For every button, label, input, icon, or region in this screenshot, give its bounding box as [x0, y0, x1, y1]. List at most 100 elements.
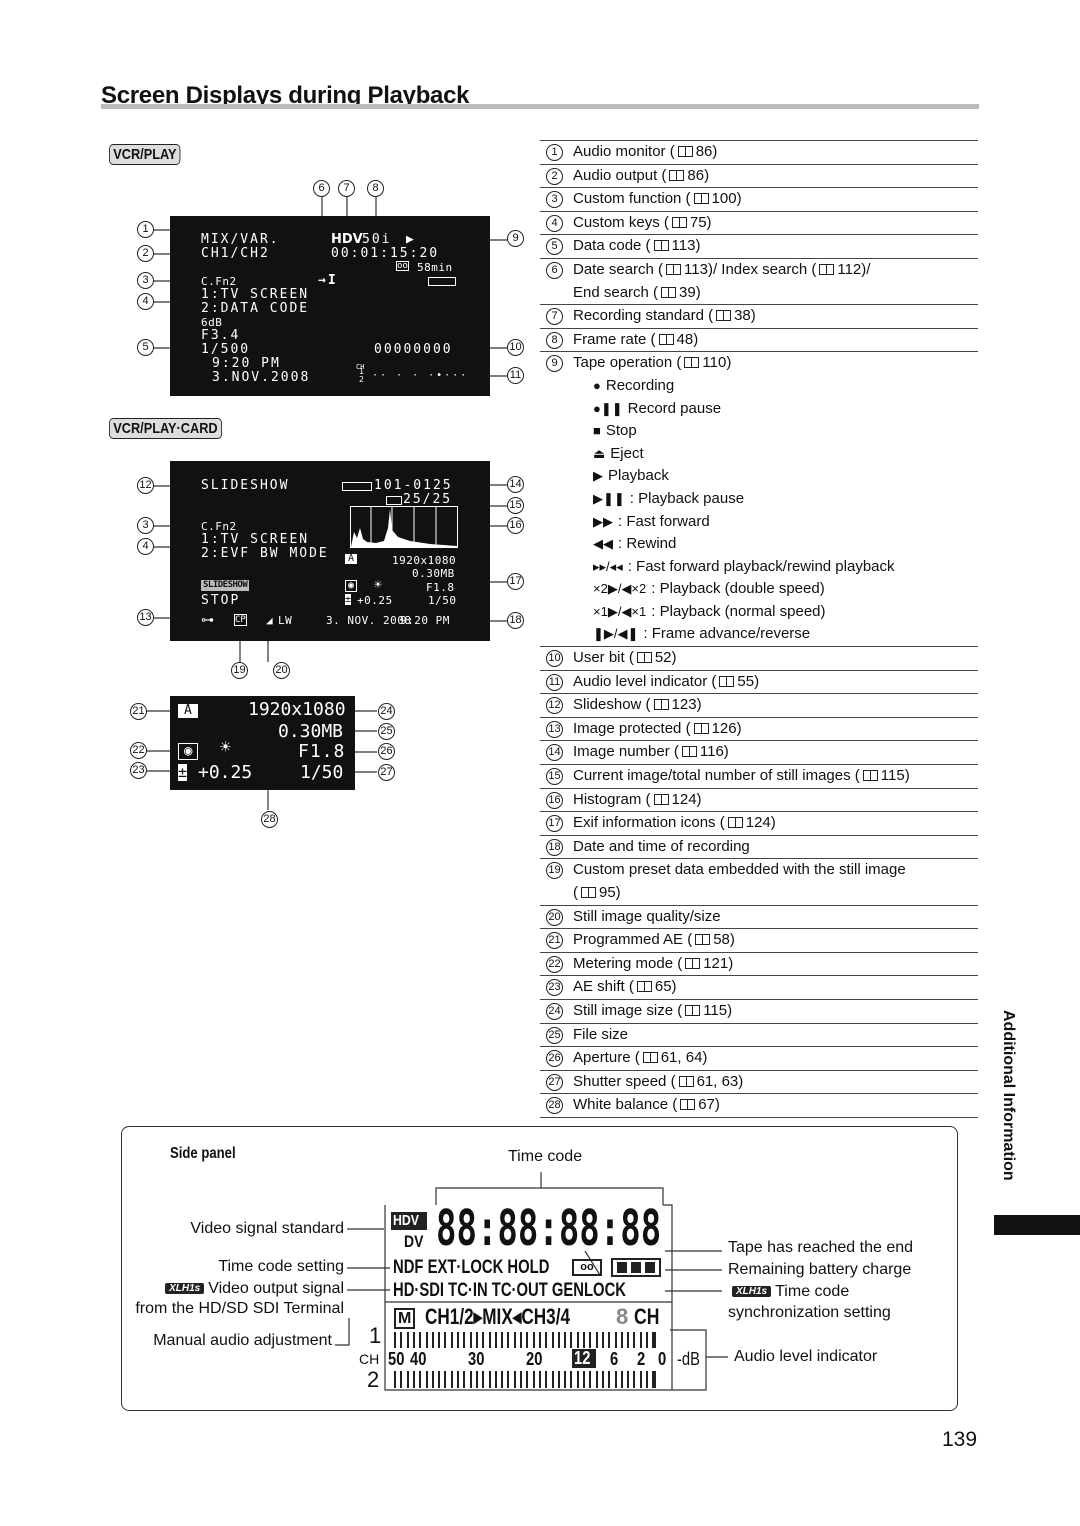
item-number: 9 — [546, 355, 563, 373]
slideshow-stop: STOP — [201, 593, 241, 608]
item-number: 10 — [546, 650, 563, 668]
legend-item: 9 Tape operation (110) ● Recording ●❚❚ Record… — [540, 352, 978, 648]
book-icon — [658, 333, 674, 345]
db-tick-label: 30 — [468, 1349, 485, 1369]
tape-operation-item: ⏏ Eject — [593, 444, 644, 462]
legend-item: 6 Date search (113)/ Index search (112)/E… — [540, 259, 978, 306]
callout-number: 11 — [507, 367, 524, 384]
record-date: 3. NOV. 2008 — [326, 614, 412, 627]
legend-item: 14 Image number (116) — [540, 741, 978, 766]
aperture: F1.8 — [298, 741, 346, 762]
battery-icon — [342, 482, 372, 491]
legend-item: 2 Audio output (86) — [540, 165, 978, 189]
legend-item: 28 White balance (67) — [540, 1094, 978, 1118]
hdv-indicator: HDV — [391, 1212, 427, 1230]
image-size: 1920x1080 — [248, 699, 346, 720]
custom-key-2: 2:EVF BW MODE — [201, 546, 329, 561]
item-number: 24 — [546, 1002, 563, 1020]
remaining-tape: 58min — [417, 261, 453, 274]
item-number: 27 — [546, 1073, 563, 1091]
legend-item: 15 Current image/total number of still im… — [540, 765, 978, 789]
book-icon — [685, 1004, 701, 1016]
tape-operation-icon: ▶▶ — [593, 513, 613, 529]
playback-screen-tape: MIX/VAR. CH1/CH2 C.Fn2 1:TV SCREEN 2:DAT… — [170, 216, 490, 396]
callout-number: 13 — [137, 609, 154, 626]
white-balance-icon: ☀ — [220, 737, 233, 758]
custom-key-2: 2:DATA CODE — [201, 301, 310, 316]
tape-operation-icon: ⏏ — [593, 445, 606, 461]
tape-operation-icon: ● — [593, 377, 601, 393]
db-tick-label: 6 — [610, 1349, 619, 1369]
legend-item: 17 Exif information icons (124) — [540, 812, 978, 836]
item-number: 26 — [546, 1050, 563, 1068]
callout-number: 4 — [137, 538, 154, 555]
slideshow-label: SLIDESHOW — [201, 478, 290, 493]
file-size: 0.30MB — [412, 567, 455, 580]
channel-2-level-bars — [394, 1371, 664, 1388]
exif-detail-screen: A 1920x1080 0.30MB ◉ ☀ F1.8 ± +0.25 1/50 — [170, 696, 355, 790]
callout-number: 24 — [378, 703, 395, 720]
channel-2-label: 2 — [367, 1367, 380, 1392]
time: 9:20 PM — [212, 356, 281, 371]
callout-number: 1 — [137, 221, 154, 238]
shutter: 1/50 — [428, 594, 457, 607]
book-icon — [716, 310, 732, 322]
legend-item: 20 Still image quality/size — [540, 906, 978, 930]
tape-operation-icon: ▸▸/◂◂ — [593, 558, 623, 574]
book-icon — [669, 169, 685, 181]
item-number: 19 — [546, 862, 563, 880]
legend-item: 8 Frame rate (48) — [540, 329, 978, 353]
legend-item: 7 Recording standard (38) — [540, 305, 978, 329]
legend-item: 21 Programmed AE (58) — [540, 929, 978, 953]
callout-number: 4 — [137, 293, 154, 310]
side-panel-heading: Side panel — [170, 1145, 236, 1162]
tape-operation-item: ▶▶: Fast forward — [593, 512, 710, 530]
legend-item: 5 Data code (113) — [540, 235, 978, 259]
item-number: 1 — [546, 144, 563, 161]
item-number: 23 — [546, 979, 563, 997]
book-icon — [862, 770, 878, 782]
slideshow-badge: SLIDESHOW — [201, 580, 250, 591]
db-scale: 50 40 30 20 12 6 2 0 — [388, 1349, 673, 1371]
video-signal-standard-label: Video signal standard — [190, 1220, 344, 1237]
callout-number: 14 — [507, 476, 524, 493]
callout-number: 5 — [137, 339, 154, 356]
item-number: 13 — [546, 720, 563, 738]
channel-1-level-bars — [394, 1332, 664, 1348]
item-number: 21 — [546, 932, 563, 950]
tape-end-label: Tape has reached the end — [728, 1239, 914, 1256]
legend-list: 1 Audio monitor (86) 2 Audio output (86) 3 Cu… — [540, 140, 978, 1118]
book-icon — [719, 675, 735, 687]
image-size: 1920x1080 — [392, 554, 457, 567]
book-icon — [681, 746, 697, 758]
callout-number: 27 — [378, 764, 395, 781]
callout-number: 23 — [130, 762, 147, 779]
callout-number: 9 — [507, 230, 524, 247]
item-number: 17 — [546, 815, 563, 833]
image-number: 101-0125 — [374, 478, 453, 493]
book-icon — [581, 887, 596, 898]
item-number: 22 — [546, 955, 563, 973]
tape-end-icon: oo — [572, 1259, 602, 1276]
callout-number: 15 — [507, 497, 524, 514]
time-code: 00:01:15:20 — [331, 246, 440, 261]
ae-shift: +0.25 — [357, 594, 393, 607]
protect-key-icon: ⊶ — [201, 613, 216, 628]
tape-operation-item: ❚▶/◀❚: Frame advance/reverse — [593, 625, 811, 643]
tape-operation-item: ● Recording — [593, 376, 675, 394]
item-number: 20 — [546, 908, 563, 926]
ae-shift-icon: ± — [345, 594, 352, 605]
callout-number: 18 — [507, 612, 524, 629]
page-number: 139 — [942, 1428, 978, 1451]
callout-number: 3 — [137, 272, 154, 289]
recording-standard: HDV — [331, 232, 363, 247]
book-icon — [677, 146, 693, 157]
tape-operation-icon: ●❚❚ — [593, 400, 623, 416]
item-number: 11 — [546, 673, 563, 691]
book-icon — [693, 722, 709, 734]
item-number: 28 — [546, 1097, 563, 1115]
white-balance-icon: ☀ — [374, 578, 384, 593]
manual-audio-indicator: M — [394, 1308, 416, 1329]
metering-icon: ◉ — [345, 580, 358, 592]
callout-number: 22 — [130, 742, 147, 759]
